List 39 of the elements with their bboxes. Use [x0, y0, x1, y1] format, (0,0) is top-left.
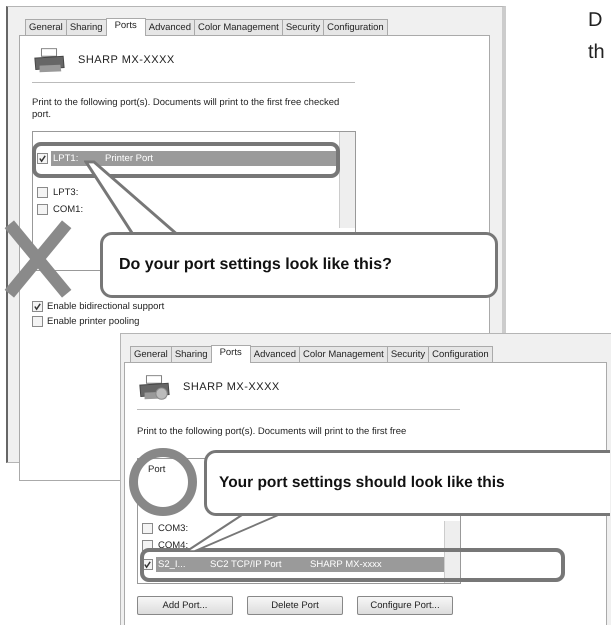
- tab[interactable]: Security: [386, 346, 430, 362]
- printer-name: SHARP MX-XXXX: [78, 54, 175, 66]
- circle-mark: [129, 448, 197, 516]
- checkbox[interactable]: [142, 523, 153, 534]
- tab[interactable]: Advanced: [250, 346, 300, 362]
- checkbox[interactable]: [37, 204, 48, 215]
- dialog-button[interactable]: Configure Port...: [357, 596, 453, 615]
- tab[interactable]: Ports: [106, 18, 146, 36]
- description-text: Print to the following port(s). Documents will print to the first free: [137, 426, 408, 438]
- tab[interactable]: Ports: [210, 345, 251, 363]
- checkbox[interactable]: [37, 187, 48, 198]
- tab[interactable]: Sharing: [170, 346, 212, 362]
- column-header[interactable]: Port: [148, 464, 166, 474]
- option-label: Enable bidirectional support: [47, 301, 164, 312]
- tab[interactable]: General: [25, 19, 67, 35]
- body-text: D: [588, 8, 604, 33]
- checkbox[interactable]: [37, 153, 48, 164]
- tab[interactable]: Configuration: [323, 19, 388, 35]
- option-label: Enable printer pooling: [47, 316, 140, 327]
- tab[interactable]: Sharing: [66, 19, 107, 35]
- tab[interactable]: Security: [282, 19, 324, 35]
- printer-icon: [137, 373, 171, 401]
- tab[interactable]: Color Management: [299, 346, 388, 362]
- dialog-button[interactable]: Add Port...: [137, 596, 233, 615]
- dialog-button[interactable]: Delete Port: [247, 596, 343, 615]
- port-row[interactable]: LPT3:: [51, 185, 339, 200]
- checkbox[interactable]: [32, 316, 43, 327]
- printer-icon: [32, 46, 66, 74]
- tab[interactable]: Configuration: [428, 346, 493, 362]
- scrollbar[interactable]: [339, 132, 355, 228]
- description-text: Print to the following port(s). Documents will print to the first free checked port.: [32, 97, 340, 121]
- printer-name: SHARP MX-XXXX: [183, 381, 280, 393]
- body-text: th: [588, 40, 605, 65]
- tab[interactable]: Advanced: [144, 19, 196, 35]
- port-row[interactable]: COM3:: [156, 521, 444, 536]
- tab[interactable]: General: [130, 346, 172, 362]
- tab[interactable]: Color Management: [194, 19, 283, 35]
- checkbox[interactable]: [32, 301, 43, 312]
- port-row[interactable]: COM1:: [51, 202, 339, 217]
